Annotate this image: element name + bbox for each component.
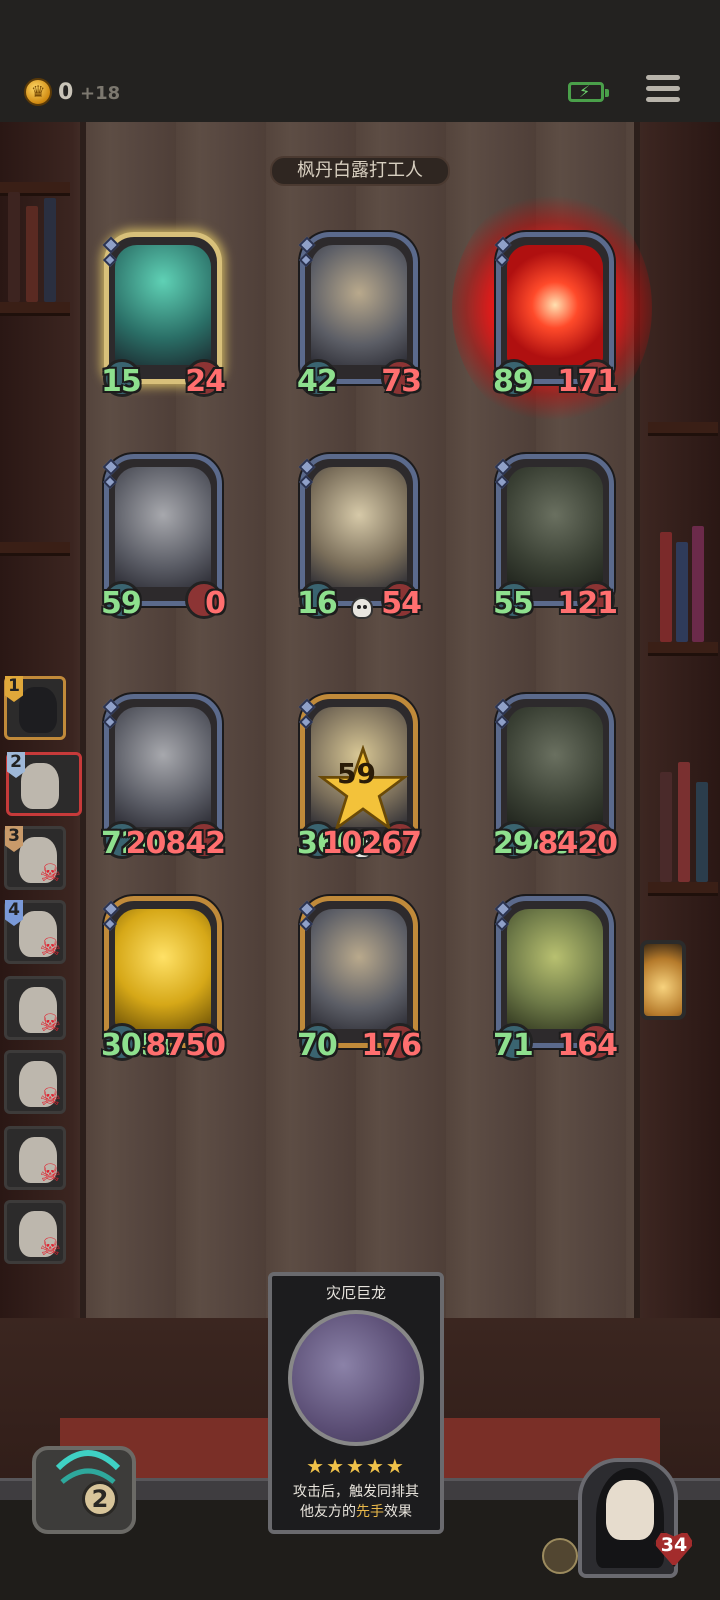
book: [660, 532, 672, 642]
attack-value: 59: [101, 586, 142, 621]
hero-face: [606, 1480, 654, 1540]
golden-dragon-art: [115, 909, 211, 1029]
skull-crossbones-icon: ☠: [39, 933, 61, 961]
queue-portrait: [21, 763, 59, 809]
skull-crossbones-icon: ☠: [39, 1083, 61, 1111]
queue-slot[interactable]: 4 ☠: [4, 900, 66, 964]
ghost-rider-art: [115, 245, 211, 365]
hero-portrait[interactable]: [578, 1458, 678, 1578]
book: [44, 198, 56, 302]
skull-crossbones-icon: ☠: [39, 859, 61, 887]
queue-portrait: [19, 687, 57, 733]
queue-slot[interactable]: 3 ☠: [4, 826, 66, 890]
queue-slot[interactable]: ☠: [4, 1200, 66, 1264]
book: [676, 542, 688, 642]
health-value: 121: [557, 586, 618, 621]
desc-line2b: 效果: [384, 1504, 412, 1520]
health-value: 10267: [321, 826, 422, 861]
card-detail-description: 攻击后，触发同排其 他友方的先手效果: [280, 1482, 432, 1522]
health-value: 24: [185, 364, 226, 399]
book: [696, 782, 708, 882]
skull-mage-art: [507, 707, 603, 827]
horned-beast-art: [311, 245, 407, 365]
queue-slot[interactable]: 1: [4, 676, 66, 740]
attack-value: 89: [493, 364, 534, 399]
book: [660, 772, 672, 882]
board-title: 枫丹白露打工人: [270, 156, 450, 186]
card-fire-burst[interactable]: 89 171: [493, 232, 618, 399]
hero-health: 34: [660, 1534, 688, 1556]
deck-icon[interactable]: [28, 1428, 148, 1538]
attack-value: 15: [101, 364, 142, 399]
skull-crossbones-icon: ☠: [39, 1159, 61, 1187]
health-value: 171: [557, 364, 618, 399]
gold-coin-icon: [24, 78, 52, 106]
book: [8, 192, 20, 302]
skull-crossbones-icon: ☠: [39, 1009, 61, 1037]
ability-icon[interactable]: [542, 1538, 578, 1574]
hamburger-menu-icon[interactable]: [646, 75, 680, 105]
star-value: 59: [337, 757, 376, 790]
attack-value: 55: [493, 586, 534, 621]
card-golden-dragon[interactable]: 3050 8750: [101, 896, 226, 1063]
star-rating: ★★★★★: [306, 1454, 406, 1478]
card-grey-dragon[interactable]: 7267 20842: [101, 694, 226, 861]
attack-value: 42: [297, 364, 338, 399]
deck-count: 2: [82, 1481, 118, 1517]
health-value: 176: [361, 1028, 422, 1063]
card-ghost-rider[interactable]: 15 24: [101, 232, 226, 399]
card-horned-beast[interactable]: 70 176: [297, 896, 422, 1063]
health-value: 54: [381, 586, 422, 621]
lamp-icon: [640, 940, 686, 1020]
book: [678, 762, 690, 882]
queue-slot[interactable]: ☠: [4, 1050, 66, 1114]
shelf: [648, 882, 718, 896]
card-detail-title: 灾厄巨龙: [325, 1284, 386, 1302]
attack-value: 71: [493, 1028, 534, 1063]
book: [692, 526, 704, 642]
card-skull-mage[interactable]: 2949 8420: [493, 694, 618, 861]
gold-income: +18: [80, 83, 121, 104]
health-value: 73: [381, 364, 422, 399]
queue-slot[interactable]: 2: [6, 752, 82, 816]
grey-dragon-art: [115, 467, 211, 587]
attack-value: 70: [297, 1028, 338, 1063]
skull-crossbones-icon: ☠: [39, 1233, 61, 1261]
queue-slot[interactable]: ☠: [4, 1126, 66, 1190]
desc-highlight: 先手: [356, 1504, 384, 1520]
health-value: 8420: [537, 826, 618, 861]
card-grey-dragon[interactable]: 59 0: [101, 454, 226, 621]
health-value: 164: [557, 1028, 618, 1063]
card-bone-dragon-gold[interactable]: 59 3600 10267: [297, 694, 422, 861]
health-value: 20842: [125, 826, 226, 861]
selected-card-detail[interactable]: 灾厄巨龙 ★★★★★ 攻击后，触发同排其 他友方的先手效果: [268, 1272, 444, 1534]
card-green-demon[interactable]: 71 164: [493, 896, 618, 1063]
gold-value: 0: [58, 80, 74, 105]
health-value: 8750: [145, 1028, 226, 1063]
book: [26, 206, 38, 302]
shelf: [0, 542, 70, 556]
green-demon-art: [507, 909, 603, 1029]
fire-burst-art: [507, 245, 603, 365]
health-value: 0: [205, 586, 226, 621]
card-bone-dragon[interactable]: 16 54: [297, 454, 422, 621]
attack-value: 16: [297, 586, 338, 621]
desc-line2a: 他友方的: [300, 1504, 356, 1520]
horned-beast-art: [311, 909, 407, 1029]
queue-slot[interactable]: ☠: [4, 976, 66, 1040]
shelf: [648, 642, 718, 656]
shelf: [648, 422, 718, 436]
desc-line1: 攻击后，触发同排其: [293, 1484, 419, 1500]
card-horned-beast[interactable]: 42 73: [297, 232, 422, 399]
bone-dragon-art: [311, 467, 407, 587]
grey-dragon-art: [115, 707, 211, 827]
battery-charging-icon: ⚡: [568, 82, 609, 102]
card-skull-mage[interactable]: 55 121: [493, 454, 618, 621]
skull-mage-art: [507, 467, 603, 587]
shelf: [0, 302, 70, 316]
dragon-portrait: [288, 1310, 424, 1446]
skull-icon: [351, 597, 373, 619]
top-bar: 0 +18 ⚡: [0, 0, 720, 122]
